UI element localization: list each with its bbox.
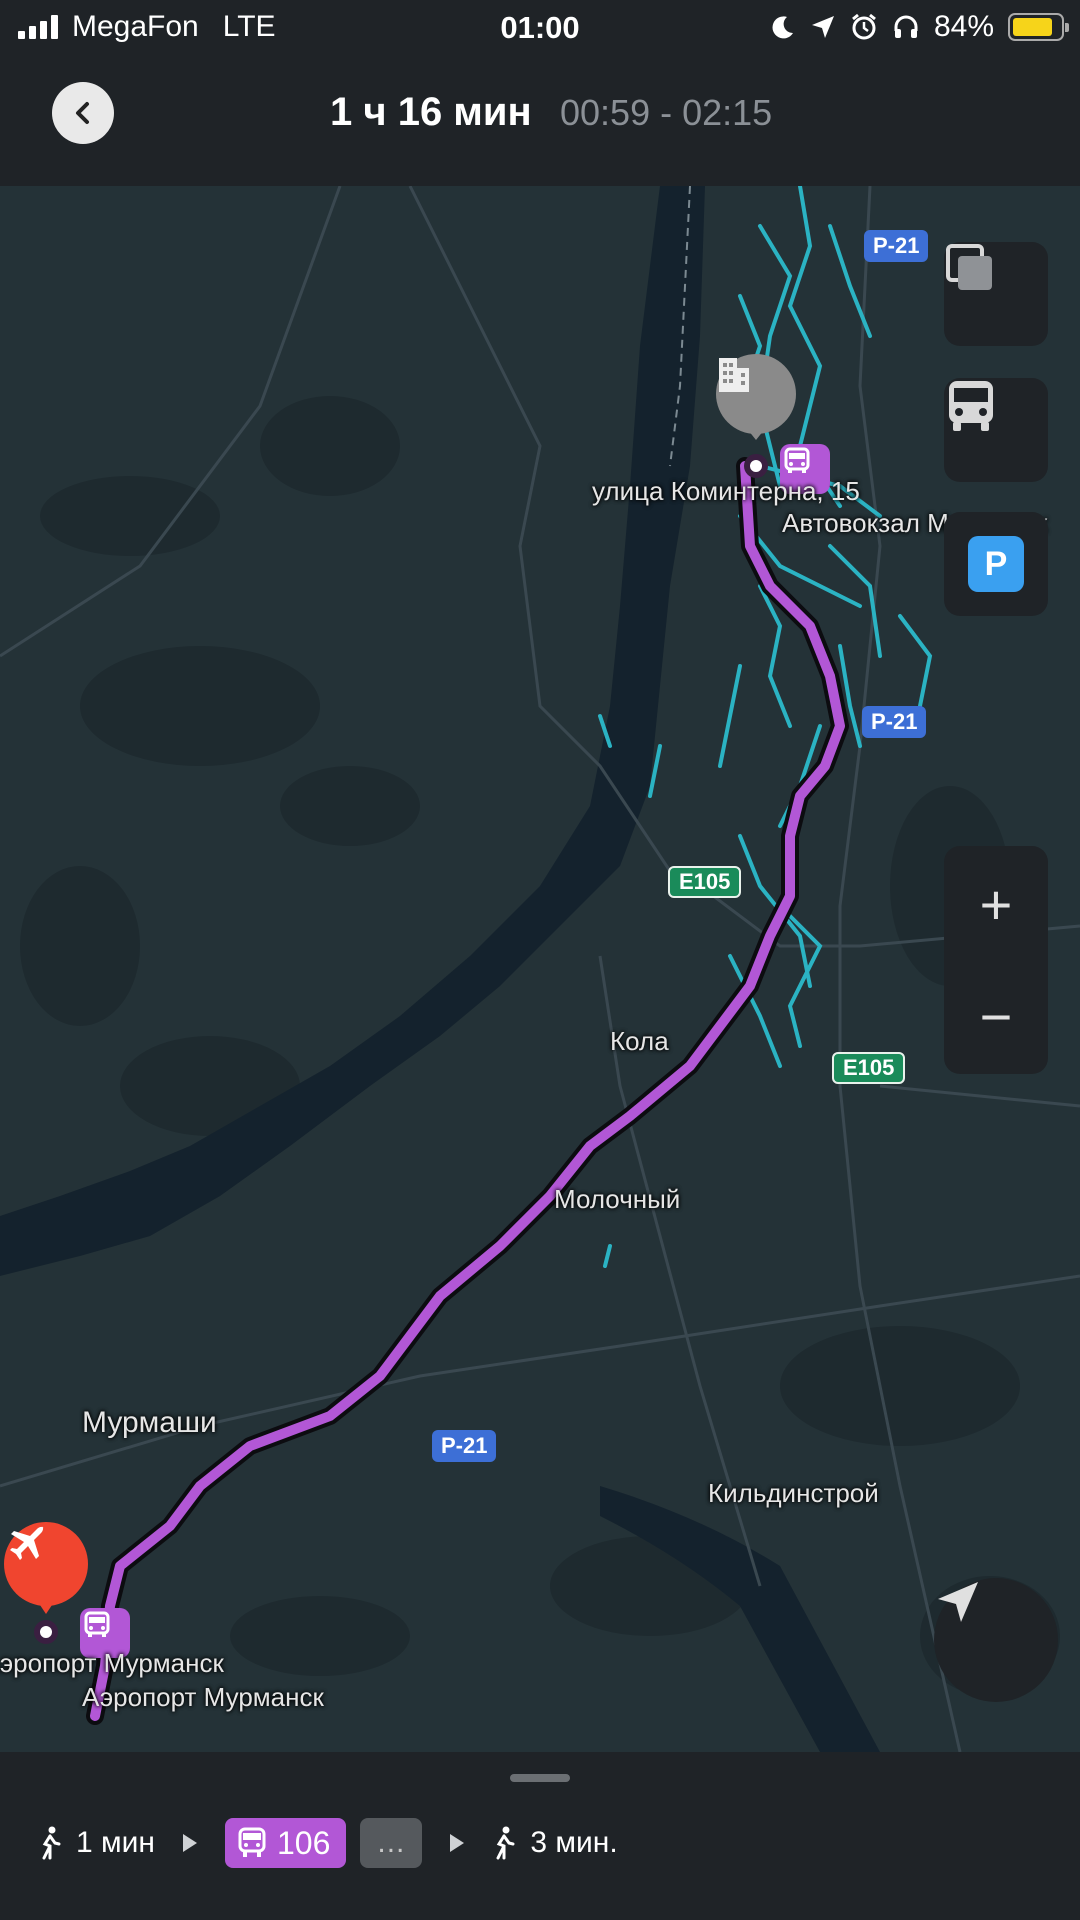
building-icon xyxy=(719,358,749,392)
road-shield-e105: E105 xyxy=(832,1052,906,1084)
bus-icon xyxy=(784,447,810,473)
building-marker[interactable] xyxy=(716,354,796,434)
origin-point[interactable] xyxy=(744,454,768,478)
back-button[interactable] xyxy=(52,82,114,144)
bus-icon xyxy=(238,1827,266,1857)
moon-icon xyxy=(772,16,793,39)
zoom-in-button[interactable]: + xyxy=(944,848,1048,960)
battery-fill xyxy=(1013,18,1052,36)
walk-end-duration: 3 мин. xyxy=(530,1826,618,1859)
screen: MegaFon LTE 01:00 84% 1 ч 16 мин 00:59 -… xyxy=(0,0,1080,1920)
route-duration: 1 ч 16 мин xyxy=(330,90,532,134)
map-view[interactable]: улица Коминтерна, 15 Автовокзал Мурманск… xyxy=(0,186,1080,1752)
route-time-range: 00:59 - 02:15 xyxy=(560,92,773,133)
destination-point[interactable] xyxy=(34,1620,58,1644)
alarm-icon xyxy=(852,13,876,40)
bus-route-chip[interactable]: 106 xyxy=(224,1818,347,1868)
step-arrow-icon xyxy=(182,1834,197,1852)
place-label-kola: Кола xyxy=(610,1026,669,1056)
status-right: 84% xyxy=(770,10,1069,44)
parking-button[interactable]: P xyxy=(944,512,1048,616)
road-shield-e105: E105 xyxy=(668,866,742,898)
my-location-button[interactable] xyxy=(934,1578,1058,1702)
transport-layer-button[interactable] xyxy=(944,378,1048,482)
layers-button[interactable] xyxy=(944,242,1048,346)
airport-place-label: Аэропорт Мурманск xyxy=(0,1648,224,1678)
airport-stop-label: Аэропорт Мурманск xyxy=(82,1682,324,1712)
bus-icon xyxy=(949,381,993,431)
battery-icon xyxy=(1008,13,1069,41)
chevron-left-icon xyxy=(76,102,89,124)
route-summary-panel[interactable]: 1 мин 106 ... 3 мин. xyxy=(0,1752,1080,1920)
step-arrow-icon xyxy=(450,1834,465,1852)
zoom-controls: + − xyxy=(944,846,1048,1074)
route-header: 1 ч 16 мин 00:59 - 02:15 xyxy=(0,56,1080,186)
route-steps: 1 мин 106 ... 3 мин. xyxy=(38,1818,618,1868)
place-label-murmashi: Мурмаши xyxy=(82,1406,217,1439)
location-arrow-icon xyxy=(811,16,834,38)
status-bar: MegaFon LTE 01:00 84% xyxy=(0,0,1080,56)
drag-handle[interactable] xyxy=(510,1774,570,1782)
bus-number: 106 xyxy=(276,1824,331,1861)
battery-percent: 84% xyxy=(933,10,994,43)
more-transfers-chip[interactable]: ... xyxy=(360,1818,423,1868)
walking-icon xyxy=(42,1826,61,1860)
origin-address-label: улица Коминтерна, 15 xyxy=(592,476,860,506)
map-canvas xyxy=(0,186,1080,1752)
headphones-icon xyxy=(894,15,918,38)
bus-icon xyxy=(84,1611,110,1637)
location-arrow-icon xyxy=(938,1582,978,1622)
parking-icon: P xyxy=(968,536,1024,592)
airport-marker[interactable] xyxy=(4,1522,88,1606)
airplane-icon xyxy=(10,1526,44,1560)
walk-start-duration: 1 мин xyxy=(76,1826,155,1859)
airport-marker-pin xyxy=(38,1602,54,1614)
building-marker-pin xyxy=(748,430,764,440)
place-label-kildinstroy: Кильдинстрой xyxy=(708,1478,879,1508)
road-shield-r21: Р-21 xyxy=(432,1430,497,1462)
road-shield-r21: Р-21 xyxy=(862,706,927,738)
place-label-molochny: Молочный xyxy=(554,1184,681,1214)
layers-icon xyxy=(946,244,992,290)
road-shield-r21: Р-21 xyxy=(864,230,929,262)
zoom-out-button[interactable]: − xyxy=(944,960,1048,1072)
walking-icon xyxy=(496,1826,515,1860)
